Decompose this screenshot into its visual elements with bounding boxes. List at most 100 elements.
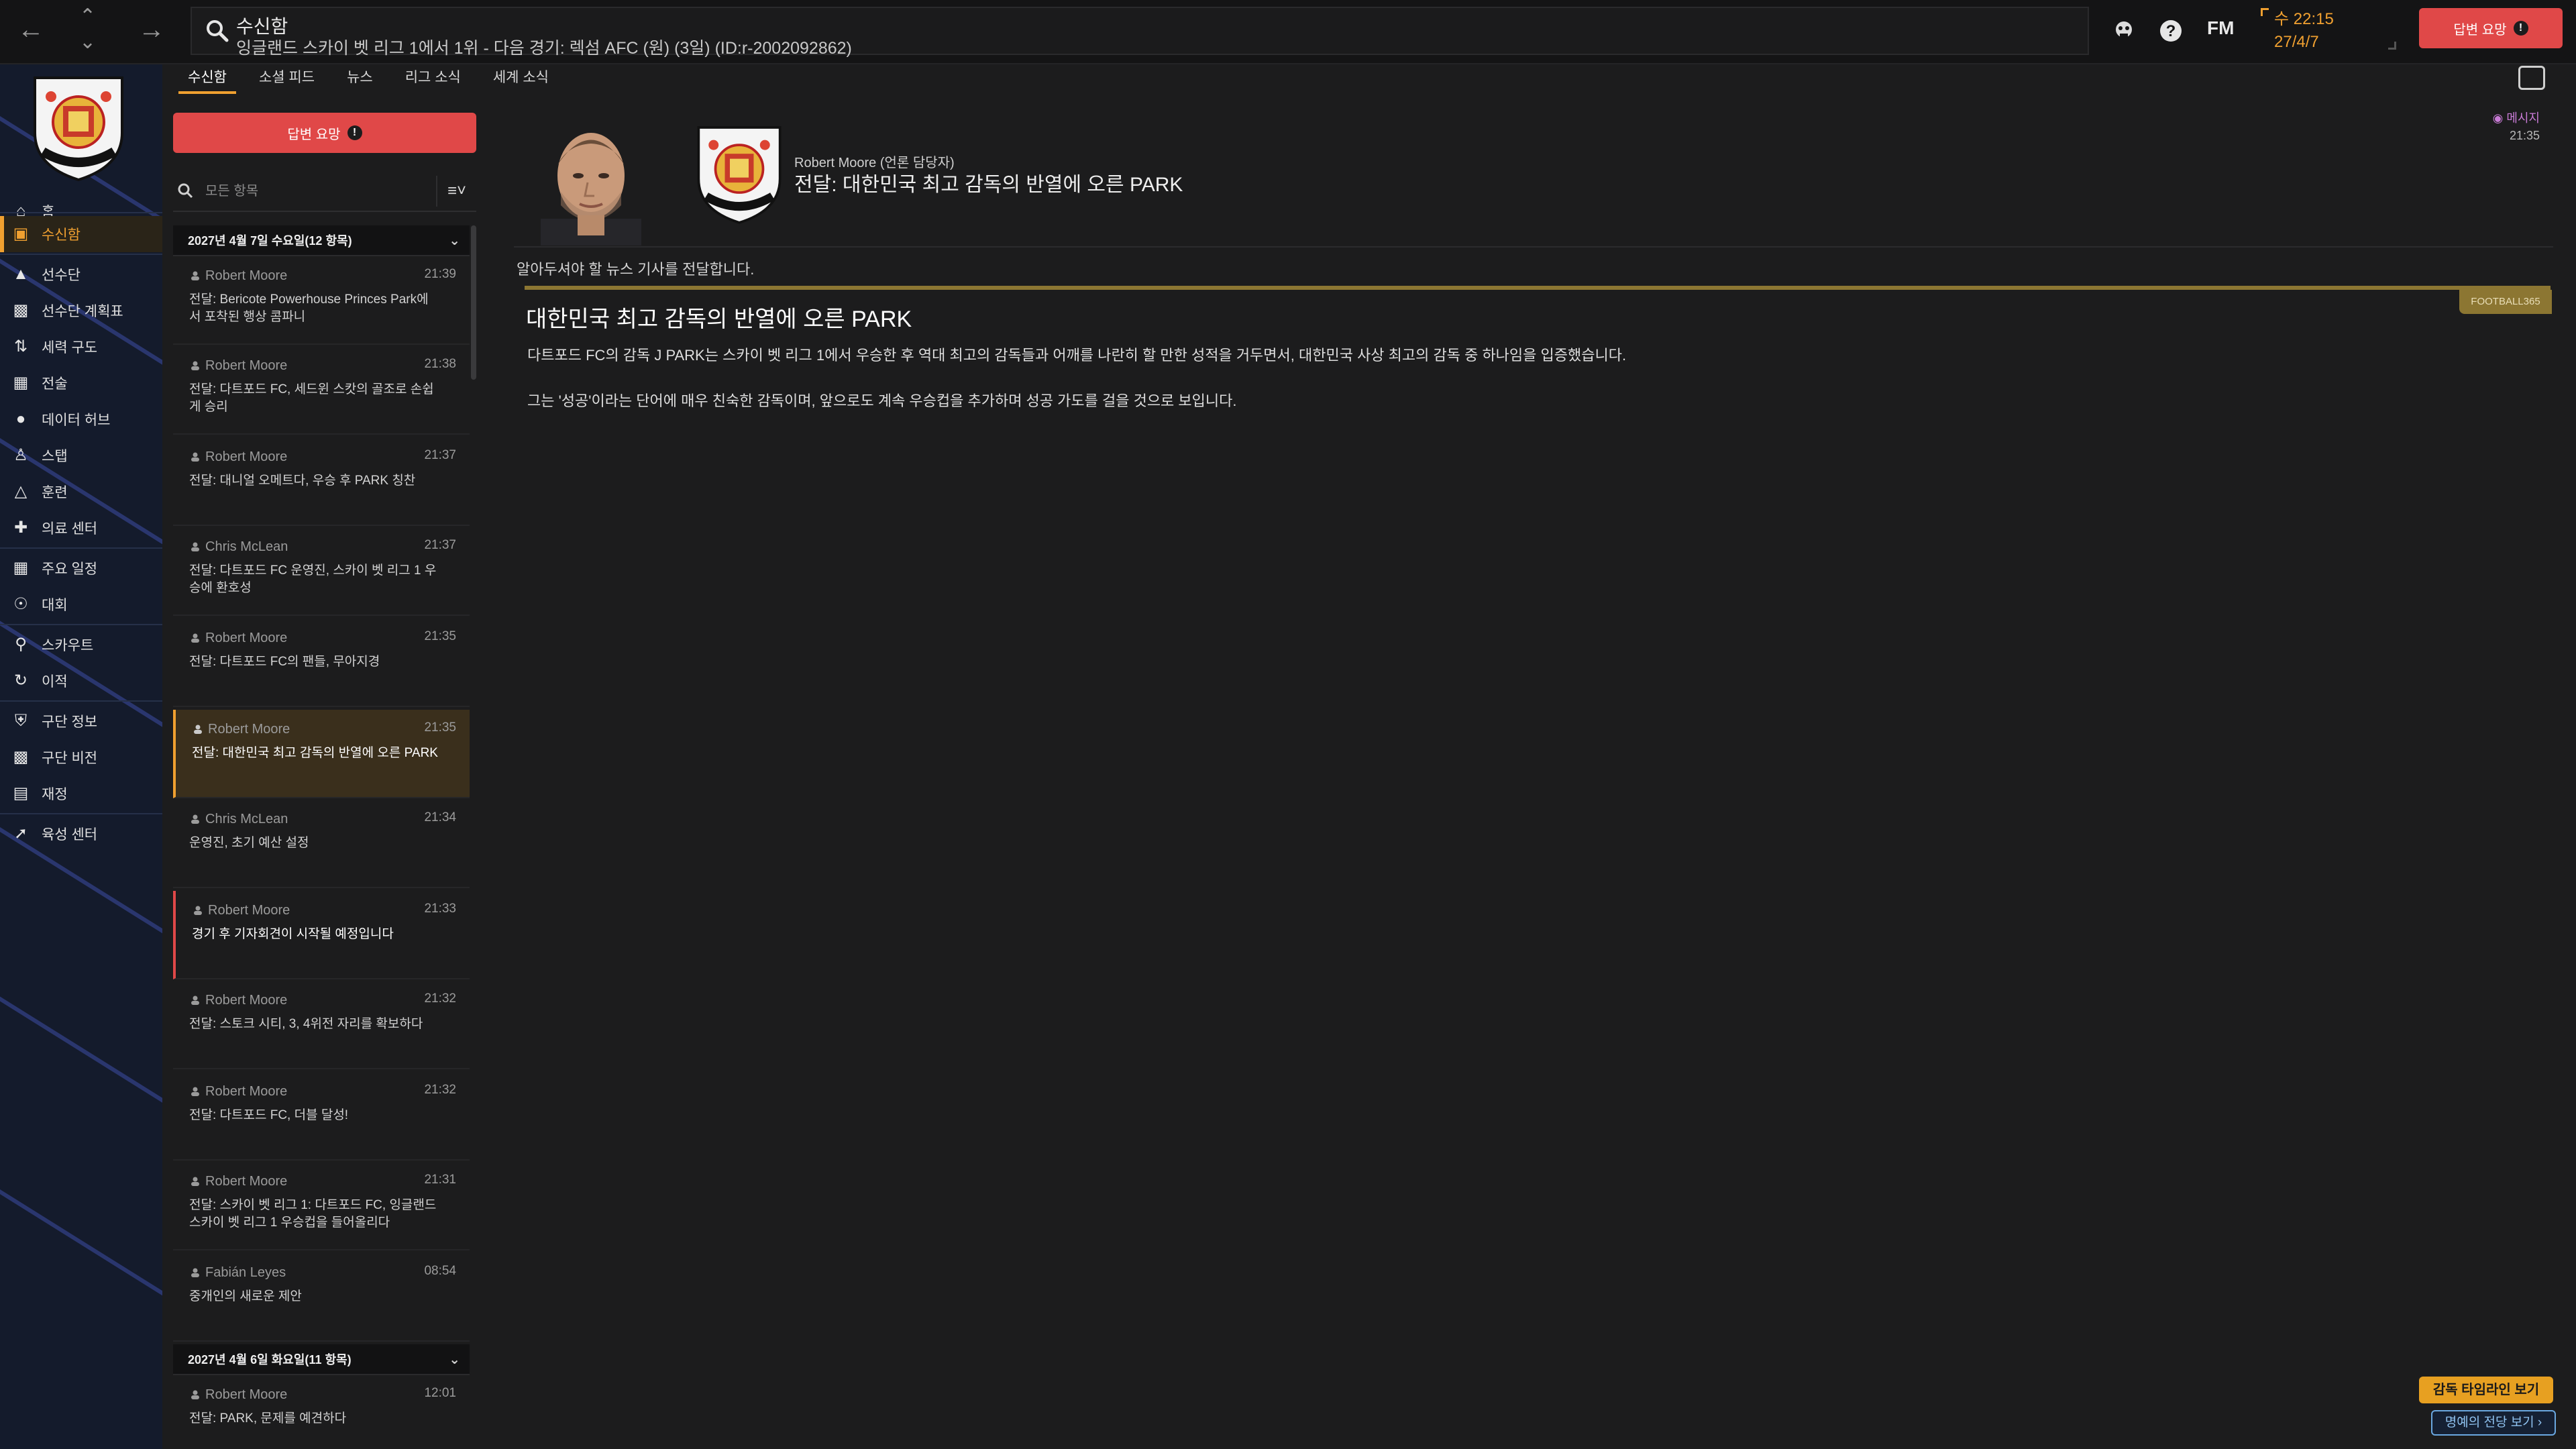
tactics-icon: ▦	[13, 374, 29, 392]
message-row[interactable]: Robert Moore 21:32 전달: 다트포드 FC, 더블 달성!	[173, 1072, 470, 1161]
message-time: 21:31	[424, 1173, 456, 1187]
message-row[interactable]: Robert Moore 21:38 전달: 다트포드 FC, 세드윈 스캇의 …	[173, 346, 470, 435]
sidebar-item-label: 선수단	[42, 268, 80, 283]
message-row[interactable]: Robert Moore 21:39 전달: Bericote Powerhou…	[173, 256, 470, 345]
message-row[interactable]: Robert Moore 21:32 전달: 스토크 시티, 3, 4위전 자리…	[173, 981, 470, 1069]
sidebar-item-label: 재정	[42, 787, 68, 802]
sidebar-item-medical[interactable]: ✚ 의료 센터	[0, 510, 162, 546]
message-subject: 전달: Bericote Powerhouse Princes Park에서 포…	[189, 292, 429, 324]
group-header[interactable]: 2027년 4월 6일 화요일(11 항목) ⌄	[173, 1344, 470, 1375]
sidebar-item-club-vision[interactable]: ▩ 구단 비전	[0, 739, 162, 775]
chevron-up-icon[interactable]: ⌃	[79, 7, 96, 27]
message-row[interactable]: Chris McLean 21:37 전달: 다트포드 FC 운영진, 스카이 …	[173, 527, 470, 616]
sidebar-item-label: 이적	[42, 674, 68, 690]
sidebar-item-club-info[interactable]: ⛨ 구단 정보	[0, 703, 162, 739]
sender-name: Robert Moore	[205, 358, 288, 373]
clock-bracket-end	[2388, 42, 2396, 50]
tab-world-news[interactable]: 세계 소식	[477, 66, 565, 94]
message-time: 21:34	[424, 810, 456, 824]
game-clock[interactable]: 수 22:15 27/4/7	[2274, 8, 2334, 54]
message-subject: 운영진, 초기 예산 설정	[189, 836, 309, 850]
message-row[interactable]: Robert Moore 21:37 전달: 대니얼 오메트다, 우승 후 PA…	[173, 437, 470, 526]
message-sender: Robert Moore	[191, 1084, 287, 1099]
dynamics-icon: ⇅	[13, 337, 28, 356]
message-time: 21:37	[424, 538, 456, 552]
sidebar-item-dynamics[interactable]: ⇅ 세력 구도	[0, 329, 162, 365]
message-sender: Robert Moore	[191, 449, 287, 465]
sender-name: Robert Moore	[205, 631, 288, 645]
tab-inbox[interactable]: 수신함	[172, 66, 243, 94]
chevron-down-icon[interactable]: ⌄	[449, 1351, 460, 1368]
group-header-label: 2027년 4월 7일 수요일(12 항목)	[188, 234, 352, 248]
chevron-down-icon[interactable]: ⌄	[449, 232, 460, 249]
screenshot-icon[interactable]	[2518, 66, 2545, 90]
message-row-selected[interactable]: Robert Moore 21:35 전달: 대한민국 최고 감독의 반열에 오…	[173, 710, 470, 798]
sender-avatar[interactable]	[541, 118, 641, 246]
chevron-down-icon[interactable]: ⌄	[79, 32, 96, 52]
sidebar-item-data-hub[interactable]: ● 데이터 허브	[0, 401, 162, 437]
back-arrow-icon[interactable]: ←	[17, 16, 44, 43]
message-time: 21:37	[424, 448, 456, 462]
message-time: 21:35	[424, 720, 456, 735]
manager-face-icon[interactable]	[2110, 19, 2137, 46]
message-intro: 알아두셔야 할 뉴스 기사를 전달합니다.	[517, 261, 755, 278]
forward-arrow-icon[interactable]: →	[138, 16, 165, 43]
sender-name: Robert Moore	[205, 1387, 288, 1402]
sidebar-item-transfers[interactable]: ↻ 이적	[0, 663, 162, 699]
divider	[0, 700, 162, 702]
top-bar: ← ⌃ ⌄ → 수신함 잉글랜드 스카이 벳 리그 1에서 1위 - 다음 경기…	[0, 0, 2576, 64]
reply-required-button[interactable]: 답변 요망 !	[173, 113, 476, 153]
hall-of-fame-button[interactable]: 명예의 전당 보기 ›	[2431, 1410, 2556, 1436]
list-scrollbar[interactable]	[471, 225, 476, 380]
sidebar-item-training[interactable]: △ 훈련	[0, 474, 162, 510]
message-time: 21:35	[2509, 129, 2540, 142]
search-bar[interactable]: 수신함 잉글랜드 스카이 벳 리그 1에서 1위 - 다음 경기: 렉섬 AFC…	[191, 7, 2089, 58]
sidebar-item-competitions[interactable]: ☉ 대회	[0, 586, 162, 623]
message-row[interactable]: Fabián Leyes 08:54 중개인의 새로운 제안	[173, 1253, 470, 1342]
club-crest-logo[interactable]	[692, 122, 786, 227]
manager-timeline-button[interactable]: 감독 타임라인 보기	[2419, 1377, 2553, 1403]
message-row[interactable]: Robert Moore 21:31 전달: 스카이 벳 리그 1: 다트포드 …	[173, 1162, 470, 1250]
sidebar-item-tactics[interactable]: ▦ 전술	[0, 365, 162, 401]
person-icon	[191, 452, 199, 462]
scout-icon: ⚲	[15, 635, 27, 653]
filter-menu-icon[interactable]: ≡˅	[436, 176, 476, 207]
help-icon[interactable]: ?	[2157, 19, 2184, 46]
group-header[interactable]: 2027년 4월 7일 수요일(12 항목) ⌄	[173, 225, 470, 256]
club-crest-logo[interactable]	[28, 72, 129, 184]
message-time: 21:35	[424, 629, 456, 643]
sidebar-item-staff[interactable]: ♙ 스탭	[0, 437, 162, 474]
sidebar-item-squad[interactable]: ▲ 선수단	[0, 256, 162, 292]
filter-input[interactable]	[204, 181, 425, 201]
reply-required-button[interactable]: 답변 요망 !	[2419, 8, 2563, 48]
message-sender: Robert Moore	[191, 268, 287, 284]
fm-logo[interactable]: FM	[2207, 17, 2234, 39]
search-icon	[178, 183, 193, 199]
sidebar-item-inbox[interactable]: ▣ 수신함	[0, 216, 162, 252]
sidebar-item-finances[interactable]: ▤ 재정	[0, 775, 162, 812]
message-row[interactable]: Chris McLean 21:34 운영진, 초기 예산 설정	[173, 800, 470, 888]
tab-news[interactable]: 뉴스	[331, 66, 389, 94]
decor-stripe	[0, 1165, 162, 1318]
message-subject: 경기 후 기자회견이 시작될 예정입니다	[192, 927, 394, 941]
sidebar-item-schedule[interactable]: ▦ 주요 일정	[0, 550, 162, 586]
tab-league-news[interactable]: 리그 소식	[389, 66, 477, 94]
sidebar-item-development[interactable]: ➚ 육성 센터	[0, 816, 162, 852]
inbox-filter-bar: ≡˅	[173, 170, 476, 212]
message-tag-label: 메시지	[2506, 111, 2540, 125]
tab-social-feed[interactable]: 소셜 피드	[243, 66, 331, 94]
sidebar-item-scouting[interactable]: ⚲ 스카우트	[0, 627, 162, 663]
message-row-flagged[interactable]: Robert Moore 21:33 경기 후 기자회견이 시작될 예정입니다	[173, 891, 470, 979]
sidebar-item-label: 세력 구도	[42, 340, 98, 356]
sidebar-item-squad-planner[interactable]: ▩ 선수단 계획표	[0, 292, 162, 329]
divider	[514, 246, 2553, 248]
sidebar-item-label: 수신함	[42, 227, 80, 243]
message-row[interactable]: Robert Moore 12:01 전달: PARK, 문제를 예견하다	[173, 1375, 470, 1449]
message-time: 08:54	[424, 1264, 456, 1278]
sidebar-item-label: 전술	[42, 376, 68, 392]
divider	[0, 624, 162, 625]
sidebar-item-label: 훈련	[42, 485, 68, 500]
sidebar-item-label: 의료 센터	[42, 521, 98, 537]
message-row[interactable]: Robert Moore 21:35 전달: 다트포드 FC의 팬들, 무아지경	[173, 619, 470, 707]
finance-icon: ▤	[13, 784, 29, 802]
